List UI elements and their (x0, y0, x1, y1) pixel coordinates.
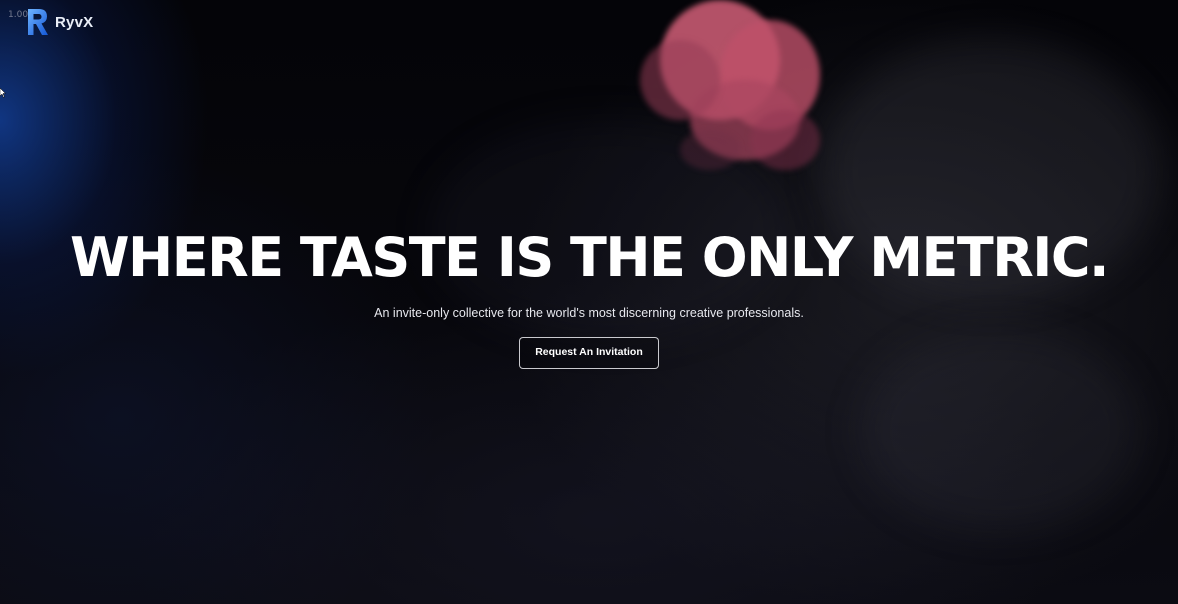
mouse-cursor-icon (0, 88, 6, 98)
ryvx-r-logo-icon (28, 9, 48, 35)
ink-cloud-image (630, 0, 850, 210)
request-invitation-button[interactable]: Request An Invitation (519, 337, 659, 369)
brand-logo[interactable]: RyvX (25, 7, 93, 37)
hero-subtitle: An invite-only collective for the world'… (374, 306, 804, 320)
hero-headline: WHERE TASTE IS THE ONLY METRIC. (69, 226, 1110, 289)
landing-page: 1.00 RyvX WHERE TASTE IS THE ONLY METRIC… (0, 0, 1178, 604)
brand-name: RyvX (55, 13, 94, 31)
hero-section: WHERE TASTE IS THE ONLY METRIC. An invit… (0, 220, 1178, 369)
